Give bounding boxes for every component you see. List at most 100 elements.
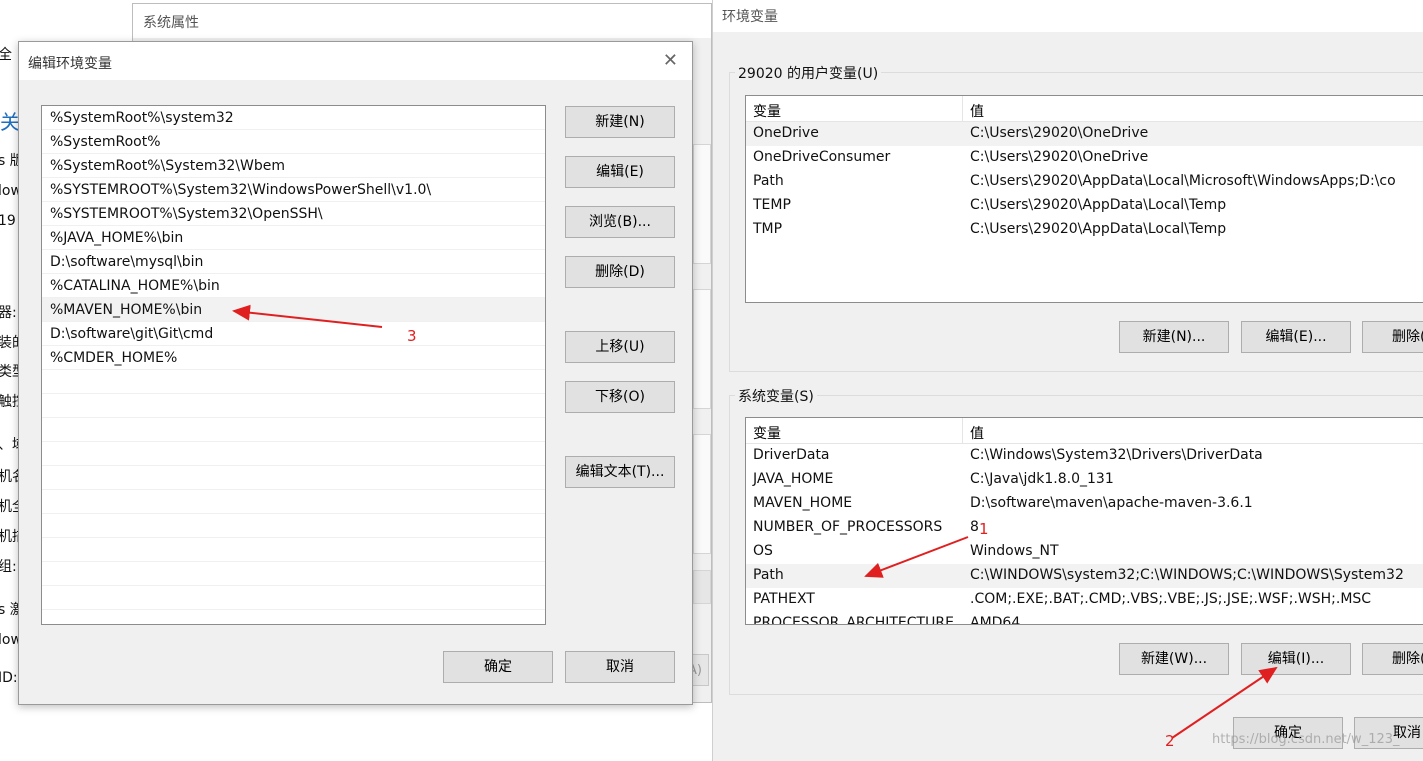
- list-item[interactable]: %SystemRoot%\System32\Wbem: [42, 154, 545, 178]
- list-item[interactable]: %CMDER_HOME%: [42, 346, 545, 370]
- list-item[interactable]: D:\software\git\Git\cmd: [42, 322, 545, 346]
- list-item[interactable]: %SystemRoot%\system32: [42, 106, 545, 130]
- path-list[interactable]: %SystemRoot%\system32 %SystemRoot% %Syst…: [41, 105, 546, 625]
- annotation-number-2: 2: [1165, 732, 1175, 750]
- empty-row[interactable]: [42, 586, 545, 610]
- table-row[interactable]: OneDriveConsumer C:\Users\29020\OneDrive: [746, 146, 1423, 170]
- watermark: https://blog.csdn.net/w_123_: [1212, 732, 1400, 747]
- var-value: C:\Users\29020\OneDrive: [970, 125, 1149, 141]
- edit-text-button[interactable]: 编辑文本(T)...: [565, 456, 675, 488]
- list-item[interactable]: %SYSTEMROOT%\System32\WindowsPowerShell\…: [42, 178, 545, 202]
- table-row[interactable]: DriverData C:\Windows\System32\Drivers\D…: [746, 444, 1423, 468]
- window-title: 环境变量: [713, 0, 1423, 32]
- window-title: 系统属性: [133, 4, 711, 38]
- side-panel: [693, 289, 711, 409]
- empty-row[interactable]: [42, 490, 545, 514]
- list-item[interactable]: %CATALINA_HOME%\bin: [42, 274, 545, 298]
- table-row[interactable]: TMP C:\Users\29020\AppData\Local\Temp: [746, 218, 1423, 242]
- table-row[interactable]: TEMP C:\Users\29020\AppData\Local\Temp: [746, 194, 1423, 218]
- empty-row[interactable]: [42, 514, 545, 538]
- table-header: 变量 值: [746, 96, 1423, 122]
- col-value-header[interactable]: 值: [970, 423, 984, 443]
- var-value: C:\Users\29020\AppData\Local\Temp: [970, 221, 1227, 237]
- empty-row[interactable]: [42, 394, 545, 418]
- system-delete-button[interactable]: 删除(L): [1362, 643, 1423, 675]
- list-item-selected[interactable]: %MAVEN_HOME%\bin: [42, 298, 545, 322]
- table-row[interactable]: MAVEN_HOME D:\software\maven\apache-mave…: [746, 492, 1423, 516]
- user-new-button[interactable]: 新建(N)...: [1119, 321, 1229, 353]
- var-value: D:\software\maven\apache-maven-3.6.1: [970, 495, 1253, 511]
- var-value: Windows_NT: [970, 543, 1059, 559]
- new-button[interactable]: 新建(N): [565, 106, 675, 138]
- list-item[interactable]: %JAVA_HOME%\bin: [42, 226, 545, 250]
- table-row[interactable]: NUMBER_OF_PROCESSORS 8: [746, 516, 1423, 540]
- var-name: NUMBER_OF_PROCESSORS: [753, 519, 943, 535]
- annotation-number-1: 1: [979, 520, 989, 538]
- side-panel: [693, 434, 711, 554]
- var-value: AMD64: [970, 615, 1021, 625]
- system-vars-table[interactable]: 变量 值 DriverData C:\Windows\System32\Driv…: [745, 417, 1423, 625]
- table-row-selected[interactable]: Path C:\WINDOWS\system32;C:\WINDOWS;C:\W…: [746, 564, 1423, 588]
- close-icon[interactable]: ✕: [663, 50, 678, 71]
- col-value-header[interactable]: 值: [970, 101, 984, 121]
- table-row[interactable]: JAVA_HOME C:\Java\jdk1.8.0_131: [746, 468, 1423, 492]
- empty-row[interactable]: [42, 538, 545, 562]
- user-delete-button[interactable]: 删除(D): [1362, 321, 1423, 353]
- column-separator[interactable]: [962, 418, 963, 444]
- var-name: DriverData: [753, 447, 830, 463]
- var-name: PROCESSOR_ARCHITECTURE: [753, 615, 954, 625]
- var-name: PATHEXT: [753, 591, 815, 607]
- env-vars-window: 环境变量 29020 的用户变量(U) 变量 值 OneDrive C:\Use…: [712, 0, 1423, 761]
- bg-fragment: 全: [0, 47, 12, 63]
- var-name: TMP: [753, 221, 783, 237]
- table-row[interactable]: PROCESSOR_ARCHITECTURE AMD64: [746, 612, 1423, 625]
- var-name: OS: [753, 543, 773, 559]
- system-vars-label: 系统变量(S): [735, 386, 817, 406]
- side-button[interactable]: [693, 570, 711, 604]
- var-value: .COM;.EXE;.BAT;.CMD;.VBS;.VBE;.JS;.JSE;.…: [970, 591, 1372, 607]
- table-row[interactable]: PATHEXT .COM;.EXE;.BAT;.CMD;.VBS;.VBE;.J…: [746, 588, 1423, 612]
- cancel-button[interactable]: 取消: [565, 651, 675, 683]
- edit-env-var-dialog: 编辑环境变量 ✕ %SystemRoot%\system32 %SystemRo…: [18, 41, 693, 705]
- empty-row[interactable]: [42, 418, 545, 442]
- empty-row[interactable]: [42, 442, 545, 466]
- bg-fragment: 器:: [0, 305, 17, 321]
- var-name: JAVA_HOME: [753, 471, 834, 487]
- var-value: C:\Windows\System32\Drivers\DriverData: [970, 447, 1263, 463]
- var-value: C:\Users\29020\AppData\Local\Temp: [970, 197, 1227, 213]
- system-edit-button[interactable]: 编辑(I)...: [1241, 643, 1351, 675]
- user-vars-table[interactable]: 变量 值 OneDrive C:\Users\29020\OneDrive On…: [745, 95, 1423, 303]
- edit-button[interactable]: 编辑(E): [565, 156, 675, 188]
- empty-row[interactable]: [42, 370, 545, 394]
- var-value: C:\Users\29020\AppData\Local\Microsoft\W…: [970, 173, 1396, 189]
- table-header: 变量 值: [746, 418, 1423, 444]
- move-down-button[interactable]: 下移(O): [565, 381, 675, 413]
- table-row[interactable]: Path C:\Users\29020\AppData\Local\Micros…: [746, 170, 1423, 194]
- move-up-button[interactable]: 上移(U): [565, 331, 675, 363]
- side-panel: [693, 144, 711, 264]
- var-value: C:\WINDOWS\system32;C:\WINDOWS;C:\WINDOW…: [970, 567, 1404, 583]
- var-name: Path: [753, 173, 784, 189]
- ok-button[interactable]: 确定: [443, 651, 553, 683]
- browse-button[interactable]: 浏览(B)...: [565, 206, 675, 238]
- table-row[interactable]: OS Windows_NT: [746, 540, 1423, 564]
- user-edit-button[interactable]: 编辑(E)...: [1241, 321, 1351, 353]
- var-name: MAVEN_HOME: [753, 495, 853, 511]
- var-value: C:\Java\jdk1.8.0_131: [970, 471, 1114, 487]
- empty-row[interactable]: [42, 562, 545, 586]
- var-name: TEMP: [753, 197, 791, 213]
- empty-row[interactable]: [42, 466, 545, 490]
- system-new-button[interactable]: 新建(W)...: [1119, 643, 1229, 675]
- bg-fragment: 组:: [0, 559, 17, 575]
- user-vars-label: 29020 的用户变量(U): [735, 63, 882, 83]
- list-item[interactable]: %SYSTEMROOT%\System32\OpenSSH\: [42, 202, 545, 226]
- col-variable-header[interactable]: 变量: [753, 423, 781, 443]
- var-name: Path: [753, 567, 784, 583]
- delete-button[interactable]: 删除(D): [565, 256, 675, 288]
- table-row[interactable]: OneDrive C:\Users\29020\OneDrive: [746, 122, 1423, 146]
- col-variable-header[interactable]: 变量: [753, 101, 781, 121]
- list-item[interactable]: %SystemRoot%: [42, 130, 545, 154]
- column-separator[interactable]: [962, 96, 963, 122]
- list-item[interactable]: D:\software\mysql\bin: [42, 250, 545, 274]
- var-value: C:\Users\29020\OneDrive: [970, 149, 1149, 165]
